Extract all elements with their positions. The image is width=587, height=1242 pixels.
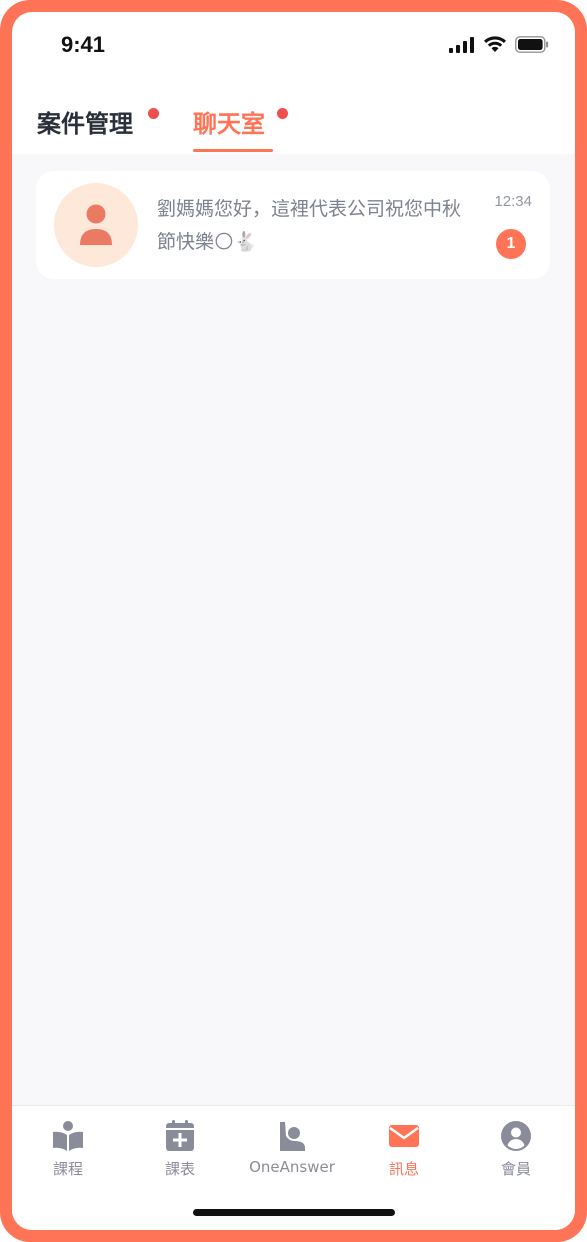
tab-case-management-dot xyxy=(148,108,159,119)
calendar-add-icon xyxy=(166,1120,194,1151)
top-tab-bar: 案件管理 聊天室 xyxy=(12,82,575,154)
nav-label-courses: 課程 xyxy=(52,1160,83,1178)
device-frame: 9:41 案件管理 聊天室 劉媽媽您好，這裡代表公司祝您中秋節快樂🌕🐇 12:3… xyxy=(0,0,587,1242)
person-icon xyxy=(80,204,112,245)
unread-badge: 1 xyxy=(496,229,526,259)
avatar xyxy=(54,183,138,267)
active-tab-indicator xyxy=(193,149,273,152)
nav-label-schedule: 課表 xyxy=(164,1160,195,1178)
book-icon xyxy=(53,1121,83,1151)
tab-chat-room-label: 聊天室 xyxy=(193,110,265,138)
home-indicator xyxy=(193,1209,395,1216)
user-circle-icon xyxy=(501,1121,531,1151)
chat-list-item[interactable]: 劉媽媽您好，這裡代表公司祝您中秋節快樂🌕🐇 12:34 1 xyxy=(36,171,550,279)
status-time: 9:41 xyxy=(61,32,106,57)
app-screen: 9:41 案件管理 聊天室 劉媽媽您好，這裡代表公司祝您中秋節快樂🌕🐇 12:3… xyxy=(12,12,575,1230)
nav-label-member: 會員 xyxy=(500,1160,531,1178)
status-icons xyxy=(449,36,549,53)
raise-hand-icon xyxy=(280,1122,305,1151)
tab-case-management-label: 案件管理 xyxy=(37,110,133,138)
nav-item-messages[interactable]: 訊息 xyxy=(348,1120,460,1179)
chat-time: 12:34 xyxy=(494,193,532,210)
wifi-icon xyxy=(484,36,506,52)
status-bar: 9:41 xyxy=(12,12,575,82)
mail-icon xyxy=(389,1125,419,1147)
tab-chat-room-dot xyxy=(277,108,288,119)
tab-chat-room[interactable]: 聊天室 xyxy=(193,104,265,139)
nav-item-schedule[interactable]: 課表 xyxy=(124,1120,236,1179)
nav-label-messages: 訊息 xyxy=(388,1160,419,1178)
chat-message-preview: 劉媽媽您好，這裡代表公司祝您中秋節快樂🌕🐇 xyxy=(157,198,462,253)
tab-case-management[interactable]: 案件管理 xyxy=(37,104,133,139)
battery-icon xyxy=(515,36,549,53)
nav-item-oneanswer[interactable]: OneAnswer xyxy=(236,1120,348,1176)
nav-label-oneanswer: OneAnswer xyxy=(249,1158,335,1176)
chat-list[interactable]: 劉媽媽您好，這裡代表公司祝您中秋節快樂🌕🐇 12:34 1 xyxy=(12,154,575,1106)
nav-item-courses[interactable]: 課程 xyxy=(12,1120,124,1179)
signal-icon xyxy=(449,36,474,53)
nav-item-member[interactable]: 會員 xyxy=(460,1120,572,1179)
